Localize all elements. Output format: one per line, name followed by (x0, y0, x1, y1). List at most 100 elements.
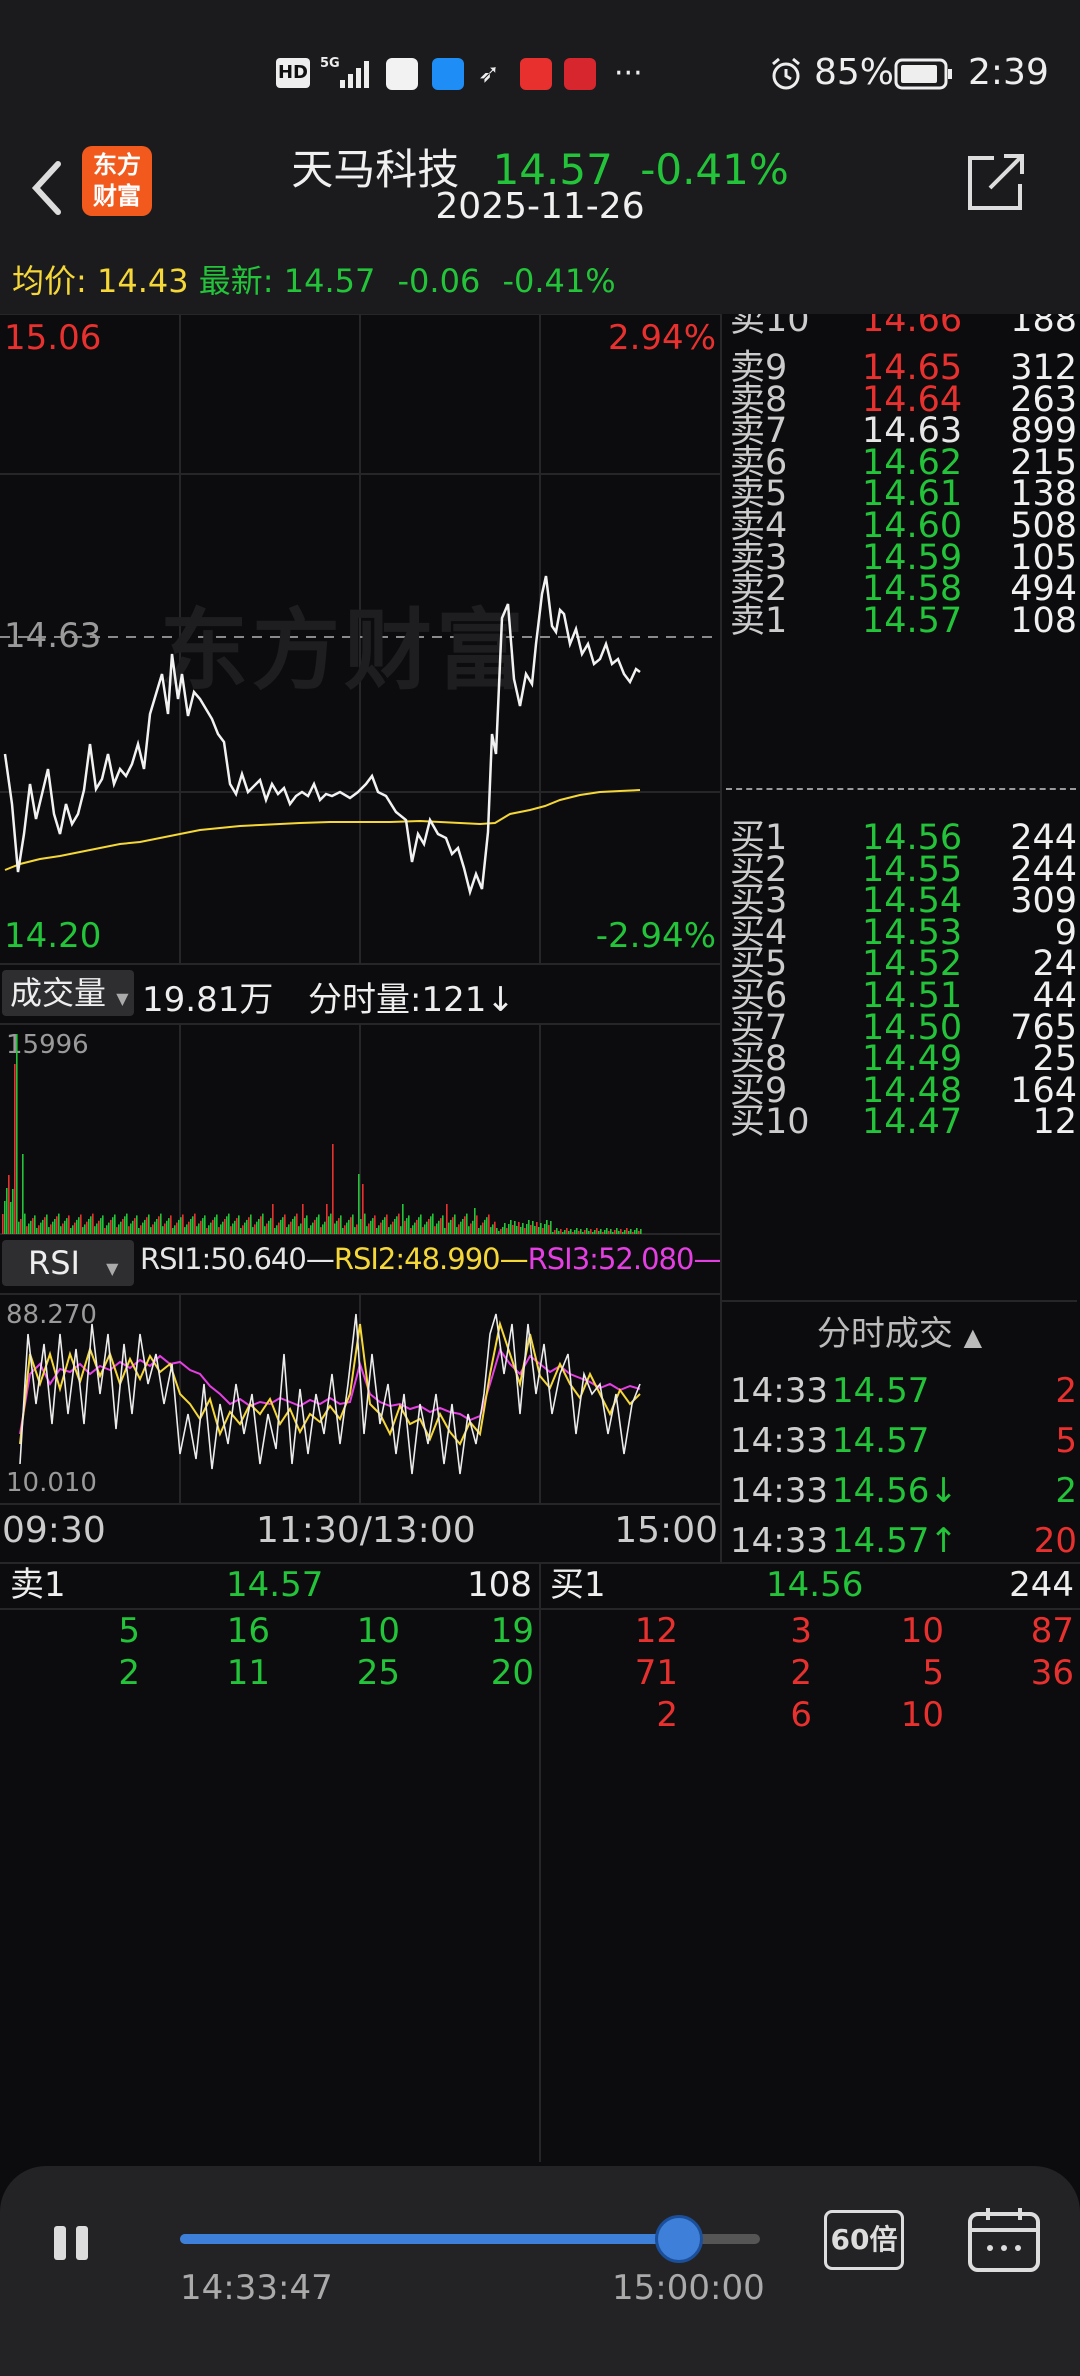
volume-bar (178, 1219, 180, 1234)
volume-bar (484, 1219, 486, 1234)
playback-slider[interactable] (180, 2215, 760, 2263)
queue-sell-order: 25 (356, 1653, 400, 1693)
chart-area[interactable]: 东方财富 15.06 2.94% 14.63 14.20 -2.94% 成交量 … (0, 314, 722, 1562)
volume-bar (638, 1231, 640, 1234)
tick-price: 14.56↓ (832, 1471, 958, 1511)
volume-bar (546, 1220, 548, 1234)
share-button[interactable] (960, 148, 1030, 218)
volume-bar (436, 1223, 438, 1234)
volume-bar (416, 1219, 418, 1234)
volume-indicator-select[interactable]: 成交量 ▼ (2, 970, 134, 1016)
volume-bar (382, 1219, 384, 1234)
volume-bar (334, 1223, 336, 1234)
volume-bar (498, 1231, 500, 1234)
volume-bar (532, 1221, 534, 1234)
volume-bar (612, 1232, 614, 1234)
rsi-indicator-select[interactable]: RSI ▼ (2, 1240, 134, 1286)
volume-bar (100, 1218, 102, 1234)
volume-bar (168, 1218, 170, 1234)
volume-bar (94, 1226, 96, 1234)
volume-bar (62, 1223, 64, 1234)
volume-bar (30, 1220, 32, 1234)
volume-bar (632, 1232, 634, 1234)
queue-section: 卖1 14.57 108 买1 14.56 244 5 16 10 19 2 11 25 20… (0, 1562, 1080, 2162)
volume-bar (68, 1215, 70, 1234)
volume-bar (20, 1219, 22, 1234)
avg-price-line (4, 789, 641, 871)
volume-bar (98, 1220, 100, 1234)
volume-bar (574, 1230, 576, 1234)
volume-bar (442, 1215, 444, 1234)
volume-bar (624, 1230, 626, 1234)
volume-bar (502, 1227, 504, 1234)
volume-bar (316, 1217, 318, 1234)
pause-button[interactable] (46, 2218, 102, 2268)
speed-button[interactable]: 60倍 (824, 2210, 904, 2270)
volume-bar (410, 1228, 412, 1234)
volume-bar (200, 1220, 202, 1234)
date-picker-button[interactable] (964, 2204, 1044, 2276)
shopping-bag-icon (386, 58, 418, 90)
more-notifications-icon: ··· (614, 56, 643, 91)
latest-value: 14.57 (283, 262, 376, 300)
volume-bar (390, 1224, 392, 1234)
paper-plane-icon: ➶ (478, 59, 500, 89)
queue-buy-order: 5 (922, 1653, 944, 1693)
queue-sell-order: 19 (490, 1611, 534, 1651)
bank-icon (564, 58, 596, 90)
hd-badge: HD (276, 58, 310, 88)
volume-bar (370, 1220, 372, 1234)
tick-title[interactable]: 分时成交 ▲ (722, 1306, 1077, 1355)
tick-trades-panel[interactable]: 分时成交 ▲ 14:33 14.57 2 14:33 14.57 5 14:33 14.56↓… (722, 1300, 1077, 1562)
volume-bar (172, 1228, 174, 1234)
volume-bar (296, 1213, 298, 1234)
volume-bar (350, 1217, 352, 1234)
battery-icon (894, 58, 954, 90)
volume-bar (286, 1227, 288, 1234)
volume-bar (24, 1213, 26, 1234)
level-volume: 12 (1032, 1102, 1077, 1143)
volume-bar (474, 1208, 476, 1234)
volume-bar (248, 1217, 250, 1234)
volume-bar (384, 1217, 386, 1234)
volume-bar (214, 1217, 216, 1234)
tick-price: 14.57 (832, 1371, 930, 1411)
playback-knob[interactable] (654, 2215, 703, 2263)
volume-bar (154, 1221, 156, 1234)
signal-icon: 5G (320, 56, 376, 90)
level-volume: 188 (1010, 314, 1077, 340)
queue-sell-order: 20 (490, 1653, 534, 1693)
volume-bar (332, 1144, 334, 1234)
per-minute-volume: 分时量:121↓ (308, 972, 515, 1021)
volume-bar (220, 1224, 222, 1234)
volume-bar (218, 1227, 220, 1234)
volume-bar (506, 1228, 508, 1234)
volume-bar (190, 1219, 192, 1234)
volume-bar (618, 1231, 620, 1234)
volume-bar (312, 1222, 314, 1234)
avg-value: 14.43 (96, 262, 189, 300)
volume-bar (528, 1220, 530, 1234)
volume-bar (456, 1227, 458, 1234)
volume-bar (434, 1226, 436, 1234)
volume-bar (46, 1214, 48, 1234)
volume-bar (326, 1204, 328, 1234)
queue-sell-header: 卖1 14.57 108 (0, 1562, 538, 1608)
volume-bar (2, 1214, 4, 1234)
quote-date: 2025-11-26 (435, 186, 645, 227)
volume-bar (34, 1215, 36, 1234)
volume-bar (414, 1222, 416, 1234)
volume-bar (56, 1216, 58, 1234)
volume-bar (620, 1229, 622, 1234)
volume-bar (582, 1232, 584, 1234)
volume-bar (610, 1229, 612, 1234)
volume-bar (488, 1214, 490, 1234)
app-notify-icon (520, 58, 552, 90)
order-book[interactable]: 卖10 14.66 188 卖9 14.65 312 卖8 14.64 263 卖7 14.6… (722, 314, 1077, 1294)
volume-bar (216, 1214, 218, 1234)
volume-bar (40, 1222, 42, 1234)
level-label: 卖10 (730, 314, 810, 340)
volume-total: 19.81万 (142, 980, 274, 1020)
clock-time: 2:39 (968, 52, 1049, 93)
volume-bar (176, 1222, 178, 1234)
